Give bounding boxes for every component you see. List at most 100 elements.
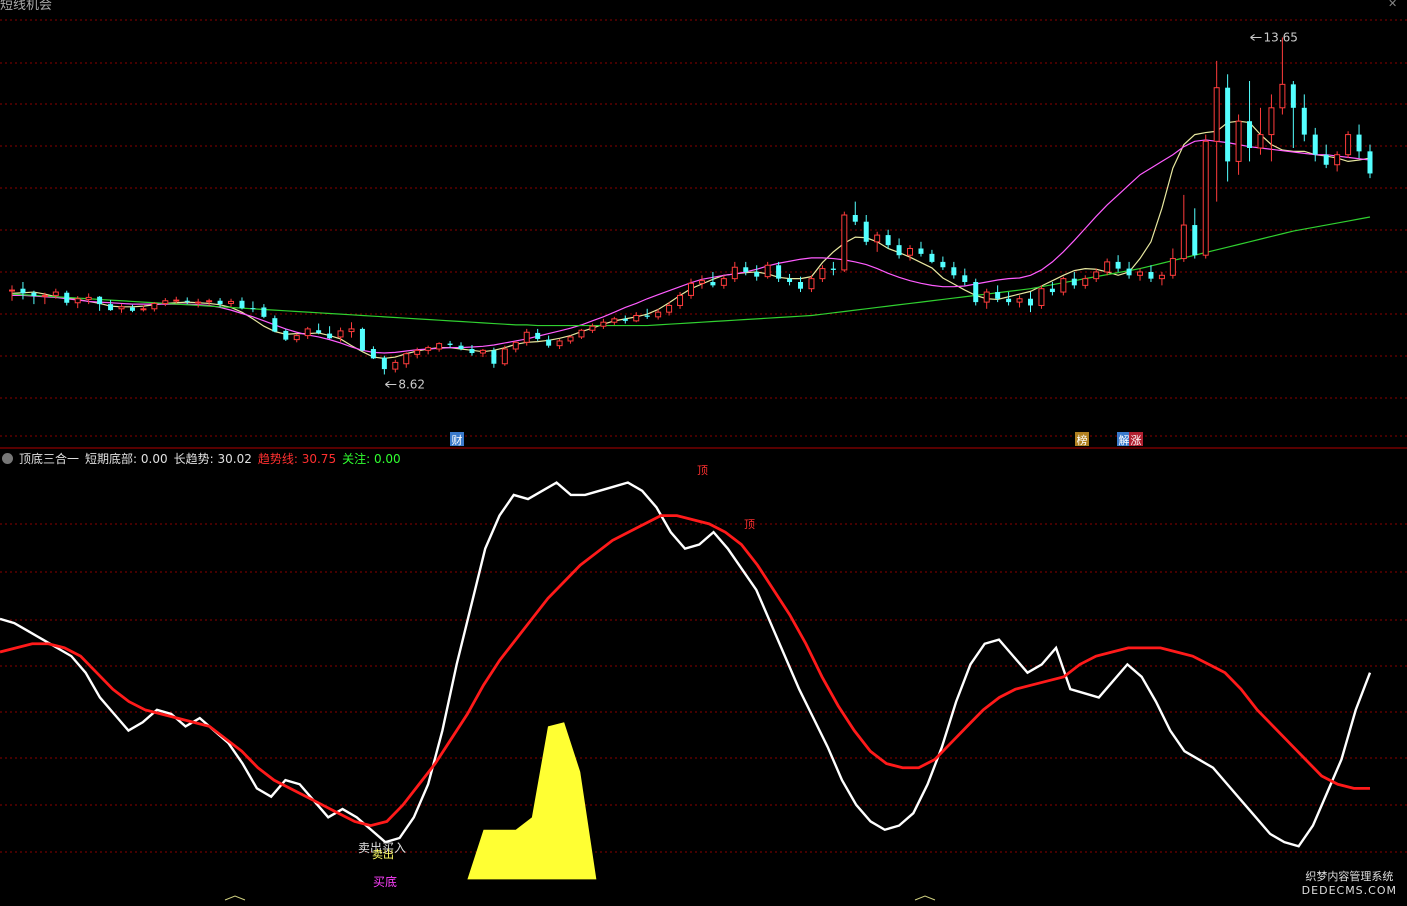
candle-body — [370, 349, 376, 359]
candle — [1060, 276, 1067, 296]
candle-body — [535, 332, 541, 339]
candle — [501, 345, 508, 366]
candle — [1006, 292, 1012, 306]
candle-body — [85, 296, 92, 300]
candle-body — [1345, 134, 1352, 156]
candle-body — [1060, 278, 1067, 293]
candle — [1126, 261, 1132, 279]
candle-body — [1049, 288, 1055, 293]
candle-body — [108, 304, 114, 311]
indicator-lines — [0, 481, 1372, 901]
candle-body — [731, 266, 738, 280]
candle — [600, 318, 607, 329]
candle-body — [852, 215, 858, 222]
candle — [622, 315, 628, 324]
candle-body — [808, 278, 815, 290]
watermark-line1: 织梦内容管理系统 — [1305, 870, 1394, 883]
event-marker-label: 财 — [452, 433, 463, 447]
candle-body — [74, 298, 81, 304]
candle — [370, 346, 376, 360]
candle — [250, 301, 256, 313]
candle-body — [983, 291, 990, 303]
candle — [359, 327, 365, 352]
candle — [1115, 255, 1121, 272]
candle — [228, 298, 235, 307]
candle-body — [622, 318, 628, 321]
candle-body — [567, 336, 574, 342]
event-marker-label: 解 — [1119, 433, 1130, 447]
candle — [929, 249, 935, 264]
indicator-name: 顶底三合一 — [19, 451, 80, 466]
candle-body — [217, 300, 223, 305]
moving-averages — [11, 120, 1371, 359]
candle — [1148, 265, 1154, 282]
candle — [1169, 248, 1176, 279]
candle-body — [523, 331, 530, 343]
candle — [731, 261, 738, 282]
candle — [1312, 127, 1318, 162]
candle — [1016, 295, 1023, 308]
candle — [754, 265, 760, 281]
candle-body — [359, 328, 365, 351]
field-long-trend: 长趋势: 30.02 — [173, 451, 252, 466]
high-price-label: 13.65 — [1264, 30, 1298, 44]
candle — [578, 328, 585, 339]
candle-body — [929, 253, 935, 262]
candle-body — [337, 330, 344, 338]
candle-body — [798, 282, 804, 289]
candle-body — [272, 318, 278, 332]
candle-body — [896, 245, 902, 256]
signal-label-top: 顶 — [697, 464, 708, 477]
candle — [1268, 94, 1275, 162]
candle-body — [327, 333, 333, 339]
candle-body — [698, 280, 705, 284]
baseline-bump — [914, 895, 936, 901]
long-trend-line — [0, 481, 1372, 848]
candle-body — [962, 275, 968, 282]
candle-body — [546, 339, 552, 346]
candle — [1334, 151, 1341, 172]
candle-body — [907, 248, 914, 256]
candle — [633, 312, 640, 323]
candle — [118, 304, 125, 313]
candle — [184, 297, 190, 305]
candle-body — [479, 349, 486, 354]
candle — [787, 273, 793, 286]
candle-body — [720, 278, 727, 286]
candle-body — [173, 299, 180, 302]
candle-body — [1038, 288, 1045, 306]
candle-body — [1235, 120, 1242, 162]
watermark-line2: DEDECMS.COM — [1301, 884, 1397, 897]
candle — [1192, 208, 1198, 259]
candle — [535, 328, 541, 341]
field-short-bottom: 短期底部: 0.00 — [85, 451, 168, 466]
candle-body — [633, 315, 640, 322]
candle-body — [403, 353, 410, 365]
candle-body — [710, 282, 716, 286]
candle-body — [677, 294, 684, 306]
candle-body — [469, 349, 475, 354]
candle-body — [151, 302, 158, 310]
candle-body — [1158, 274, 1165, 280]
candle — [940, 256, 946, 270]
candle — [20, 282, 26, 300]
candle — [348, 322, 355, 338]
event-marker-label: 榜 — [1077, 433, 1088, 447]
candle-body — [283, 330, 289, 340]
indicator-toggle-icon[interactable] — [2, 452, 13, 464]
candle-body — [239, 300, 245, 309]
candle — [1323, 144, 1329, 169]
candle — [918, 241, 924, 257]
candle-body — [589, 325, 596, 331]
candle — [830, 261, 836, 276]
candle — [1213, 60, 1220, 202]
candle-body — [1028, 298, 1033, 306]
candle — [863, 215, 869, 246]
low-arrow — [385, 381, 397, 388]
candle — [1279, 37, 1286, 115]
candle — [567, 335, 574, 344]
candle — [1137, 268, 1144, 281]
candle — [1301, 94, 1307, 142]
candle-body — [1016, 298, 1023, 303]
candle-body — [764, 264, 771, 278]
